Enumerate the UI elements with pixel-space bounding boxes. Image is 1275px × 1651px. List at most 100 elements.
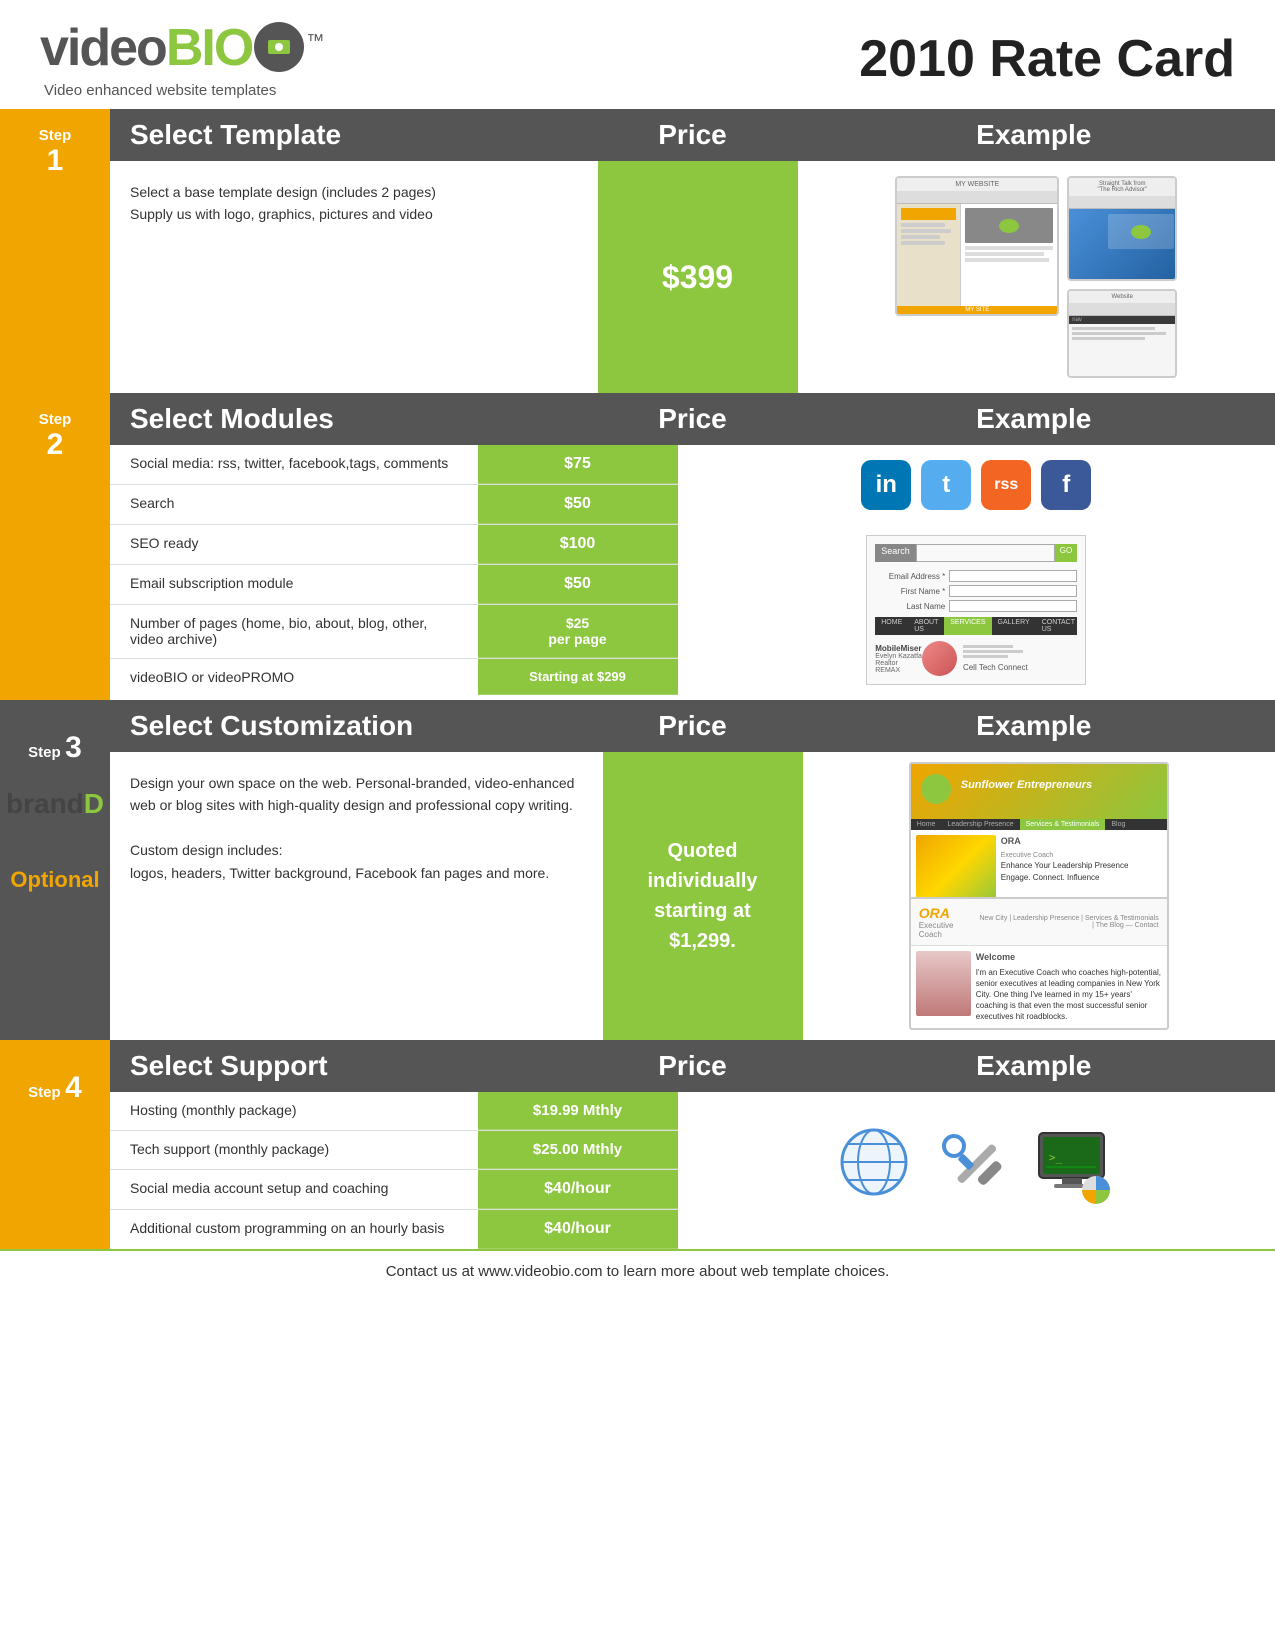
lastname-input (949, 600, 1077, 612)
twitter-icon: t (921, 460, 971, 510)
step4-label: Step 4 Optional (0, 1040, 110, 1249)
mock-bar-1 (897, 192, 1057, 204)
step3-word: Step (28, 744, 61, 761)
brand-logo-text: brandD (3, 788, 108, 820)
logo: videoBIO™ (40, 18, 322, 78)
step1-section: Step 1 Select Template Price Example Sel… (0, 109, 1275, 393)
brand-url: www.thebrandID.com (3, 820, 108, 832)
module-row-1: Social media: rss, twitter, facebook,tag… (110, 445, 678, 485)
step4-section: Step 4 Optional Select Support Price Exa… (0, 1040, 1275, 1249)
support-name-2: Tech support (monthly package) (110, 1131, 478, 1169)
sf-circle (921, 774, 951, 804)
ora-heading: Welcome (976, 951, 1162, 964)
nav-bar: HOME ABOUT US SERVICES GALLERY CONTACT U… (875, 617, 1077, 635)
email-field-row: Email Address * (875, 570, 1077, 582)
support-row-4: Additional custom programming on an hour… (110, 1210, 678, 1249)
support-price-4: $40/hour (478, 1210, 678, 1249)
module-price-2: $50 (478, 485, 678, 524)
firstname-input (949, 585, 1077, 597)
globe-svg (834, 1122, 914, 1202)
step2-label: Step 2 (0, 393, 110, 700)
presenter-photo (922, 641, 957, 676)
ora-body-text: I'm an Executive Coach who coaches high-… (976, 967, 1162, 1023)
step2-header-price: Price (593, 393, 793, 445)
step4-content: Select Support Price Example Hosting (mo… (110, 1040, 1275, 1249)
mock-bar-3 (1069, 304, 1175, 316)
step1-number: 1 (47, 146, 64, 176)
step3-content: Select Customization Price Example Desig… (110, 700, 1275, 1040)
nav-contact: CONTACT US (1036, 617, 1081, 635)
step4-example: >_ (678, 1092, 1275, 1249)
step1-description: Select a base template design (includes … (110, 161, 598, 393)
sf-nav-2: Leadership Presence (941, 819, 1019, 830)
mock-content-2 (1069, 209, 1177, 279)
svg-text:>_: >_ (1049, 1151, 1063, 1164)
mock-browser-1: MY WEBSITE (895, 176, 1059, 316)
step2-content: Select Modules Price Example Social medi… (110, 393, 1275, 700)
module-price-1: $75 (478, 445, 678, 484)
step1-word: Step (39, 127, 72, 144)
sf-nav-4: Blog (1105, 819, 1131, 830)
lastname-label: Last Name (875, 602, 945, 611)
mock-strip: MY SITE (897, 306, 1057, 314)
search-field (916, 544, 1055, 562)
mock-content-1: MY SITE (897, 204, 1057, 314)
sf-body-text: Enhance Your Leadership PresenceEngage. … (1001, 860, 1129, 882)
ora-body: Welcome I'm an Executive Coach who coach… (911, 946, 1167, 1028)
email-input (949, 570, 1077, 582)
tools-svg (934, 1128, 1014, 1208)
screen-svg: >_ (1034, 1128, 1119, 1208)
module-name-5: Number of pages (home, bio, about, blog,… (110, 605, 478, 658)
header: videoBIO™ Video enhanced website templat… (0, 0, 1275, 109)
sf-title: Sunflower Entrepreneurs (961, 779, 1092, 791)
step2-header-title: Select Modules (110, 393, 593, 445)
module-row-6: videoBIO or videoPROMO Starting at $299 (110, 659, 678, 695)
support-price-2: $25.00 Mthly (478, 1131, 678, 1169)
support-name-4: Additional custom programming on an hour… (110, 1210, 478, 1249)
logo-area: videoBIO™ Video enhanced website templat… (40, 18, 322, 99)
step2-example: in t rss f Search GO Email Address * (678, 445, 1275, 700)
support-price-3: $40/hour (478, 1170, 678, 1209)
step3-step-text: Step 3 (28, 733, 82, 763)
nav-home: HOME (875, 617, 908, 635)
module-name-4: Email subscription module (110, 565, 478, 604)
ora-text: Welcome I'm an Executive Coach who coach… (976, 951, 1162, 1023)
nav-gallery: GALLERY (992, 617, 1036, 635)
step1-header-example: Example (793, 109, 1275, 161)
step3-desc2: Custom design includes:logos, headers, T… (130, 839, 583, 884)
support-row-3: Social media account setup and coaching … (110, 1170, 678, 1210)
module-row-5: Number of pages (home, bio, about, blog,… (110, 605, 678, 659)
module-price-4: $50 (478, 565, 678, 604)
step3-header-price: Price (593, 700, 793, 752)
footer: Contact us at www.videobio.com to learn … (0, 1249, 1275, 1292)
ora-logo: ORA Executive Coach (919, 905, 963, 939)
step4-word: Step (28, 1084, 61, 1101)
sf-header: Sunflower Entrepreneurs (911, 764, 1167, 819)
step2-body: Social media: rss, twitter, facebook,tag… (110, 445, 1275, 700)
support-name-3: Social media account setup and coaching (110, 1170, 478, 1209)
mock-title-1: MY WEBSITE (897, 178, 1057, 192)
ora-logo-text: ORA (919, 905, 963, 921)
step3-header-title: Select Customization (110, 700, 593, 752)
tools-icon (934, 1128, 1014, 1213)
module-price-5: $25per page (478, 605, 678, 658)
module-name-6: videoBIO or videoPROMO (110, 659, 478, 695)
rate-card-title: 2010 Rate Card (859, 29, 1235, 89)
step3-label: Step 3 brandD www.thebrandID.com Optiona… (0, 700, 110, 1040)
ora-site: ORA Executive Coach New City | Leadershi… (909, 897, 1169, 1030)
step4-header-price: Price (593, 1040, 793, 1092)
step1-content: Select Template Price Example Select a b… (110, 109, 1275, 393)
step4-label-content: Step 4 Optional (2, 1058, 107, 1179)
step3-description: Design your own space on the web. Person… (110, 752, 603, 1040)
step4-number: 4 (65, 1071, 82, 1104)
go-button: GO (1055, 544, 1077, 562)
rss-icon: rss (981, 460, 1031, 510)
lastname-field-row: Last Name (875, 600, 1077, 612)
step3-header: Select Customization Price Example (110, 700, 1275, 752)
module-name-3: SEO ready (110, 525, 478, 564)
nav-services: SERVICES (944, 617, 991, 635)
step3-price: Quotedindividuallystarting at$1,299. (647, 836, 757, 956)
step3-label-content: Step 3 brandD www.thebrandID.com Optiona… (0, 718, 115, 908)
step1-desc-text: Select a base template design (includes … (130, 181, 578, 226)
module-row-3: SEO ready $100 (110, 525, 678, 565)
